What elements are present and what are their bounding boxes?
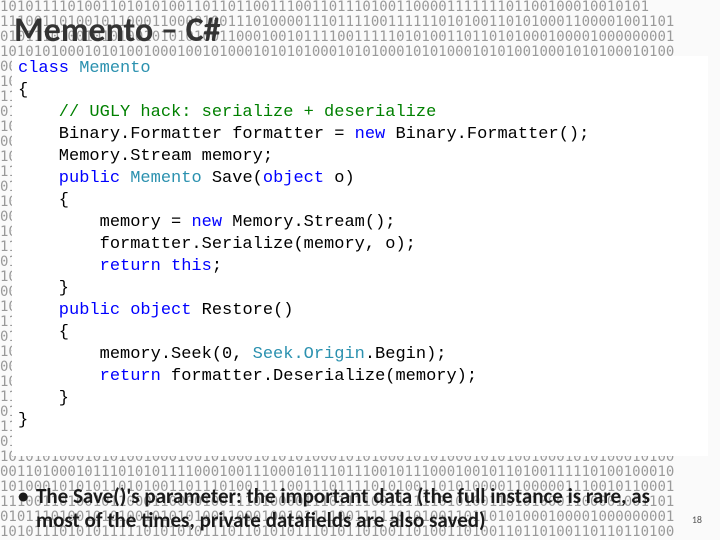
code-text: formatter.Serialize(memory, o); <box>18 235 416 254</box>
code-text: Memory.Stream(); <box>222 213 395 232</box>
comment: // UGLY hack: serialize + deserialize <box>18 103 436 122</box>
code-line: { <box>18 80 702 102</box>
keyword: public <box>18 301 120 320</box>
code-line: { <box>18 322 702 344</box>
code-text: Memory.Stream memory; <box>18 147 273 166</box>
code-line: memory = new Memory.Stream(); <box>18 212 702 234</box>
brace: } <box>18 389 69 408</box>
code-text: o) <box>324 169 355 188</box>
code-text: Binary.Formatter(); <box>385 125 589 144</box>
slide-title: Memento – C# <box>14 10 221 51</box>
keyword: new <box>191 213 222 232</box>
brace: { <box>18 191 69 210</box>
code-line: class Memento <box>18 58 702 80</box>
code-line: return this; <box>18 256 702 278</box>
keyword: public <box>18 169 120 188</box>
code-line: memory.Seek(0, Seek.Origin.Begin); <box>18 344 702 366</box>
brace: } <box>18 411 28 430</box>
keyword: object <box>120 301 191 320</box>
code-line: public Memento Save(object o) <box>18 168 702 190</box>
code-block: class Memento { // UGLY hack: serialize … <box>12 56 708 456</box>
code-line: Binary.Formatter formatter = new Binary.… <box>18 124 702 146</box>
keyword: return <box>18 257 161 276</box>
code-line: } <box>18 388 702 410</box>
keyword: this <box>161 257 212 276</box>
bullet-dot: • <box>18 484 36 508</box>
brace: { <box>18 81 28 100</box>
code-line: { <box>18 190 702 212</box>
type-name: Seek.Origin <box>253 345 365 364</box>
brace: { <box>18 323 69 342</box>
keyword: new <box>355 125 386 144</box>
code-line: // UGLY hack: serialize + deserialize <box>18 102 702 124</box>
brace: } <box>18 279 69 298</box>
bullet-text: The Save()'s parameter: the important da… <box>36 484 696 532</box>
code-text: Binary.Formatter formatter = <box>18 125 355 144</box>
code-text: Restore() <box>191 301 293 320</box>
bullet-area: •The Save()'s parameter: the important d… <box>18 484 708 532</box>
code-text: Save( <box>202 169 263 188</box>
code-text: memory.Seek(0, <box>18 345 253 364</box>
code-text: ; <box>212 257 222 276</box>
keyword: object <box>263 169 324 188</box>
code-text: formatter.Deserialize(memory); <box>161 367 477 386</box>
keyword: return <box>18 367 161 386</box>
type-name: Memento <box>120 169 202 188</box>
code-line: } <box>18 410 702 432</box>
code-line: } <box>18 278 702 300</box>
page-number: 18 <box>692 513 702 526</box>
keyword: class <box>18 59 69 78</box>
code-line: formatter.Serialize(memory, o); <box>18 234 702 256</box>
type-name: Memento <box>69 59 151 78</box>
code-line: public object Restore() <box>18 300 702 322</box>
code-text: .Begin); <box>365 345 447 364</box>
code-line: return formatter.Deserialize(memory); <box>18 366 702 388</box>
code-text: memory = <box>18 213 191 232</box>
code-line: Memory.Stream memory; <box>18 146 702 168</box>
slide: 1010111101001101010100110110110011100110… <box>0 0 720 540</box>
